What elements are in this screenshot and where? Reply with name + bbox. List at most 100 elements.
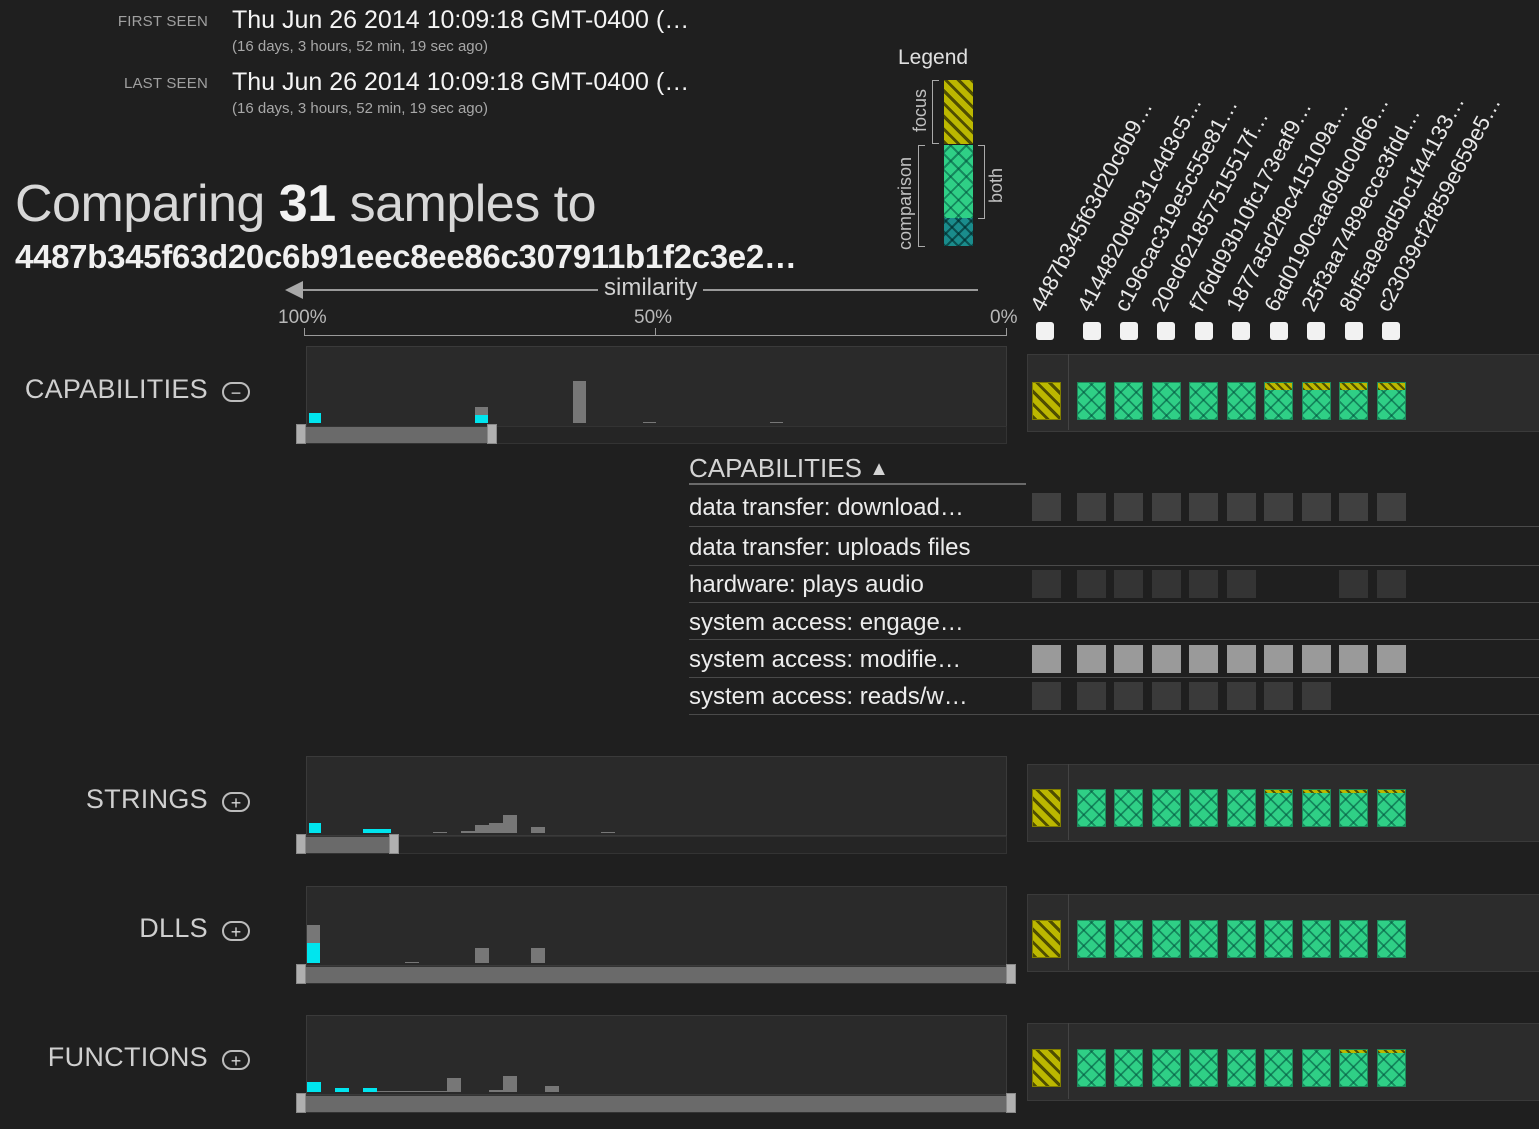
range-handle-right[interactable] bbox=[1006, 964, 1016, 984]
capability-cell[interactable] bbox=[1189, 682, 1218, 710]
capability-cell[interactable] bbox=[1114, 493, 1143, 521]
cell-both[interactable] bbox=[1264, 789, 1293, 827]
column-checkbox[interactable] bbox=[1345, 322, 1363, 340]
cell-both[interactable] bbox=[1152, 789, 1181, 827]
cell-focus[interactable] bbox=[1032, 920, 1061, 958]
strings-range-selection[interactable] bbox=[304, 837, 392, 853]
capability-cell[interactable] bbox=[1264, 493, 1293, 521]
capability-cell[interactable] bbox=[1264, 645, 1293, 673]
expand-strings-button[interactable]: + bbox=[222, 792, 250, 812]
cell-both[interactable] bbox=[1339, 1049, 1368, 1087]
capability-cell[interactable] bbox=[1302, 493, 1331, 521]
capability-cell[interactable] bbox=[1032, 682, 1061, 710]
cell-both[interactable] bbox=[1377, 789, 1406, 827]
capability-cell[interactable] bbox=[1152, 493, 1181, 521]
capability-cell[interactable] bbox=[1077, 570, 1106, 598]
capability-cell[interactable] bbox=[1339, 645, 1368, 673]
cell-both[interactable] bbox=[1114, 1049, 1143, 1087]
capability-cell[interactable] bbox=[1077, 493, 1106, 521]
cell-both[interactable] bbox=[1302, 1049, 1331, 1087]
cell-both[interactable] bbox=[1227, 920, 1256, 958]
capabilities-detail-header[interactable]: CAPABILITIES ▲ bbox=[689, 453, 889, 484]
capability-cell[interactable] bbox=[1152, 682, 1181, 710]
cell-both[interactable] bbox=[1114, 789, 1143, 827]
column-checkbox[interactable] bbox=[1083, 322, 1101, 340]
capability-cell[interactable] bbox=[1339, 493, 1368, 521]
cell-both[interactable] bbox=[1077, 789, 1106, 827]
column-checkbox[interactable] bbox=[1036, 322, 1054, 340]
capability-cell[interactable] bbox=[1227, 570, 1256, 598]
cell-both[interactable] bbox=[1264, 1049, 1293, 1087]
cell-both[interactable] bbox=[1077, 1049, 1106, 1087]
range-handle-left[interactable] bbox=[296, 1093, 306, 1113]
cell-both[interactable] bbox=[1339, 920, 1368, 958]
column-checkbox[interactable] bbox=[1157, 322, 1175, 340]
expand-dlls-button[interactable]: + bbox=[222, 921, 250, 941]
cell-focus[interactable] bbox=[1032, 789, 1061, 827]
cell-both[interactable] bbox=[1077, 920, 1106, 958]
cell-both[interactable] bbox=[1152, 1049, 1181, 1087]
capability-cell[interactable] bbox=[1302, 682, 1331, 710]
capability-cell[interactable] bbox=[1032, 570, 1061, 598]
cell-both[interactable] bbox=[1302, 382, 1331, 420]
capability-cell[interactable] bbox=[1377, 493, 1406, 521]
collapse-capabilities-button[interactable]: − bbox=[222, 382, 250, 402]
cell-both[interactable] bbox=[1302, 789, 1331, 827]
cell-both[interactable] bbox=[1377, 920, 1406, 958]
capability-cell[interactable] bbox=[1189, 570, 1218, 598]
column-checkbox[interactable] bbox=[1270, 322, 1288, 340]
capability-cell[interactable] bbox=[1377, 570, 1406, 598]
capability-cell[interactable] bbox=[1377, 645, 1406, 673]
cell-both[interactable] bbox=[1377, 1049, 1406, 1087]
cell-both[interactable] bbox=[1189, 382, 1218, 420]
cell-both[interactable] bbox=[1227, 1049, 1256, 1087]
cell-both[interactable] bbox=[1227, 789, 1256, 827]
cell-focus[interactable] bbox=[1032, 1049, 1061, 1087]
capability-cell[interactable] bbox=[1077, 645, 1106, 673]
column-checkbox[interactable] bbox=[1307, 322, 1325, 340]
capability-cell[interactable] bbox=[1152, 645, 1181, 673]
capability-cell[interactable] bbox=[1152, 570, 1181, 598]
range-handle-left[interactable] bbox=[296, 964, 306, 984]
capability-cell[interactable] bbox=[1032, 493, 1061, 521]
cell-both[interactable] bbox=[1302, 920, 1331, 958]
capability-cell[interactable] bbox=[1114, 682, 1143, 710]
cell-both[interactable] bbox=[1114, 920, 1143, 958]
dlls-range-selection[interactable] bbox=[304, 967, 1009, 983]
capability-cell[interactable] bbox=[1264, 682, 1293, 710]
cell-both[interactable] bbox=[1264, 920, 1293, 958]
capability-cell[interactable] bbox=[1302, 645, 1331, 673]
capability-cell[interactable] bbox=[1077, 682, 1106, 710]
strings-range-track[interactable] bbox=[306, 836, 1007, 854]
column-checkbox[interactable] bbox=[1120, 322, 1138, 340]
column-checkbox[interactable] bbox=[1382, 322, 1400, 340]
cell-both[interactable] bbox=[1077, 382, 1106, 420]
capabilities-range-selection[interactable] bbox=[304, 427, 490, 443]
cell-both[interactable] bbox=[1339, 382, 1368, 420]
cell-both[interactable] bbox=[1189, 1049, 1218, 1087]
range-handle-left[interactable] bbox=[296, 424, 306, 444]
capability-cell[interactable] bbox=[1227, 682, 1256, 710]
capability-cell[interactable] bbox=[1339, 570, 1368, 598]
capability-cell[interactable] bbox=[1032, 645, 1061, 673]
capability-cell[interactable] bbox=[1227, 493, 1256, 521]
capability-cell[interactable] bbox=[1114, 570, 1143, 598]
column-checkbox[interactable] bbox=[1195, 322, 1213, 340]
capability-cell[interactable] bbox=[1189, 645, 1218, 673]
capability-cell[interactable] bbox=[1227, 645, 1256, 673]
column-checkbox[interactable] bbox=[1232, 322, 1250, 340]
cell-both[interactable] bbox=[1377, 382, 1406, 420]
expand-functions-button[interactable]: + bbox=[222, 1050, 250, 1070]
functions-range-selection[interactable] bbox=[304, 1096, 1009, 1112]
cell-both[interactable] bbox=[1227, 382, 1256, 420]
range-handle-right[interactable] bbox=[1006, 1093, 1016, 1113]
cell-focus[interactable] bbox=[1032, 382, 1061, 420]
cell-both[interactable] bbox=[1264, 382, 1293, 420]
cell-both[interactable] bbox=[1339, 789, 1368, 827]
range-handle-left[interactable] bbox=[296, 834, 306, 854]
cell-both[interactable] bbox=[1114, 382, 1143, 420]
range-handle-right[interactable] bbox=[487, 424, 497, 444]
cell-both[interactable] bbox=[1189, 920, 1218, 958]
capability-cell[interactable] bbox=[1114, 645, 1143, 673]
cell-both[interactable] bbox=[1152, 382, 1181, 420]
